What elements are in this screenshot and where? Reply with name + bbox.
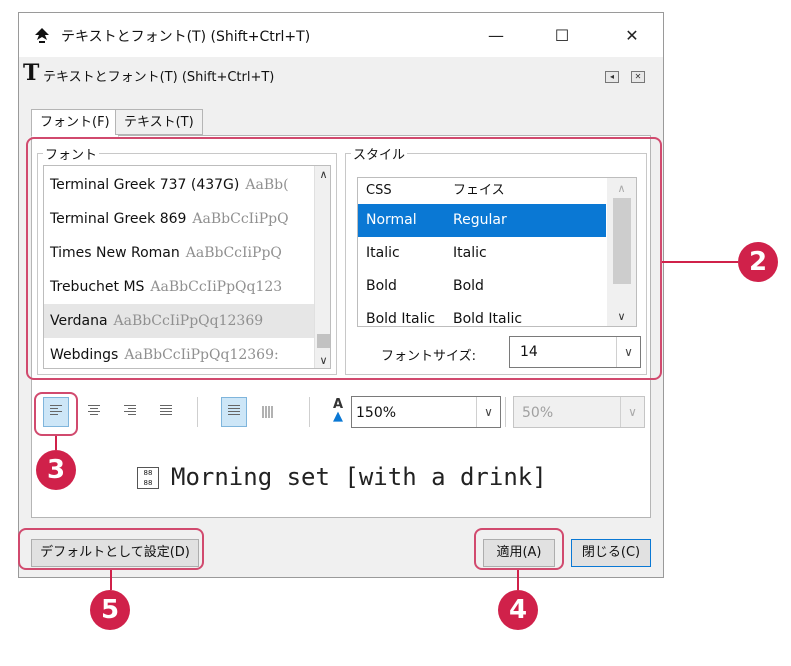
dock-header: T テキストとフォント(T) (Shift+Ctrl+T) ◂ ✕ — [19, 57, 663, 91]
callout-leader — [517, 570, 519, 590]
callout-leader — [55, 436, 57, 450]
title-bar[interactable]: テキストとフォント(T) (Shift+Ctrl+T) — ☐ ✕ — [19, 13, 663, 57]
toolbar-separator — [197, 397, 198, 427]
line-spacing-value: 150% — [356, 405, 397, 421]
align-justify-button[interactable] — [153, 397, 179, 427]
inkscape-app-icon — [35, 28, 49, 43]
line-spacing-combo[interactable]: 150% ∨ — [351, 396, 501, 428]
align-center-button[interactable] — [81, 397, 107, 427]
horizontal-text-button[interactable] — [221, 397, 247, 427]
maximize-button[interactable]: ☐ — [539, 21, 585, 51]
highlight-font-style-area — [26, 137, 662, 380]
highlight-apply — [474, 528, 564, 570]
chevron-down-icon[interactable]: ∨ — [620, 397, 644, 427]
toolbar-separator — [505, 397, 506, 427]
kerning-value: 50% — [522, 405, 554, 421]
preview-glyph-icon: 88 88 — [137, 467, 159, 489]
callout-badge-2: 2 — [738, 242, 778, 282]
callout-badge-4: 4 — [498, 590, 538, 630]
minimize-button[interactable]: — — [473, 21, 519, 51]
callout-badge-5: 5 — [90, 590, 130, 630]
toolbar-separator — [309, 397, 310, 427]
highlight-set-default — [18, 528, 204, 570]
callout-leader — [662, 261, 738, 263]
callout-badge-3: 3 — [36, 450, 76, 490]
dock-close-icon[interactable]: ✕ — [631, 71, 645, 83]
vertical-text-button[interactable] — [255, 397, 281, 427]
highlight-align-left — [34, 392, 78, 436]
kerning-combo[interactable]: 50% ∨ — [513, 396, 645, 428]
window-title: テキストとフォント(T) (Shift+Ctrl+T) — [61, 29, 311, 45]
tab-text[interactable]: テキスト(T) — [115, 109, 203, 135]
text-tool-icon: T — [23, 60, 40, 86]
align-right-button[interactable] — [117, 397, 143, 427]
close-window-button[interactable]: ✕ — [609, 21, 655, 51]
preview-text: Morning set [with a drink] — [171, 463, 547, 491]
chevron-down-icon[interactable]: ∨ — [476, 397, 500, 427]
tab-font[interactable]: フォント(F) — [31, 109, 119, 137]
callout-leader — [110, 570, 112, 590]
close-button[interactable]: 閉じる(C) — [571, 539, 651, 567]
dock-title: テキストとフォント(T) (Shift+Ctrl+T) — [43, 70, 275, 85]
line-spacing-icon: A ▲ — [333, 397, 344, 424]
dock-iconify-icon[interactable]: ◂ — [605, 71, 619, 83]
